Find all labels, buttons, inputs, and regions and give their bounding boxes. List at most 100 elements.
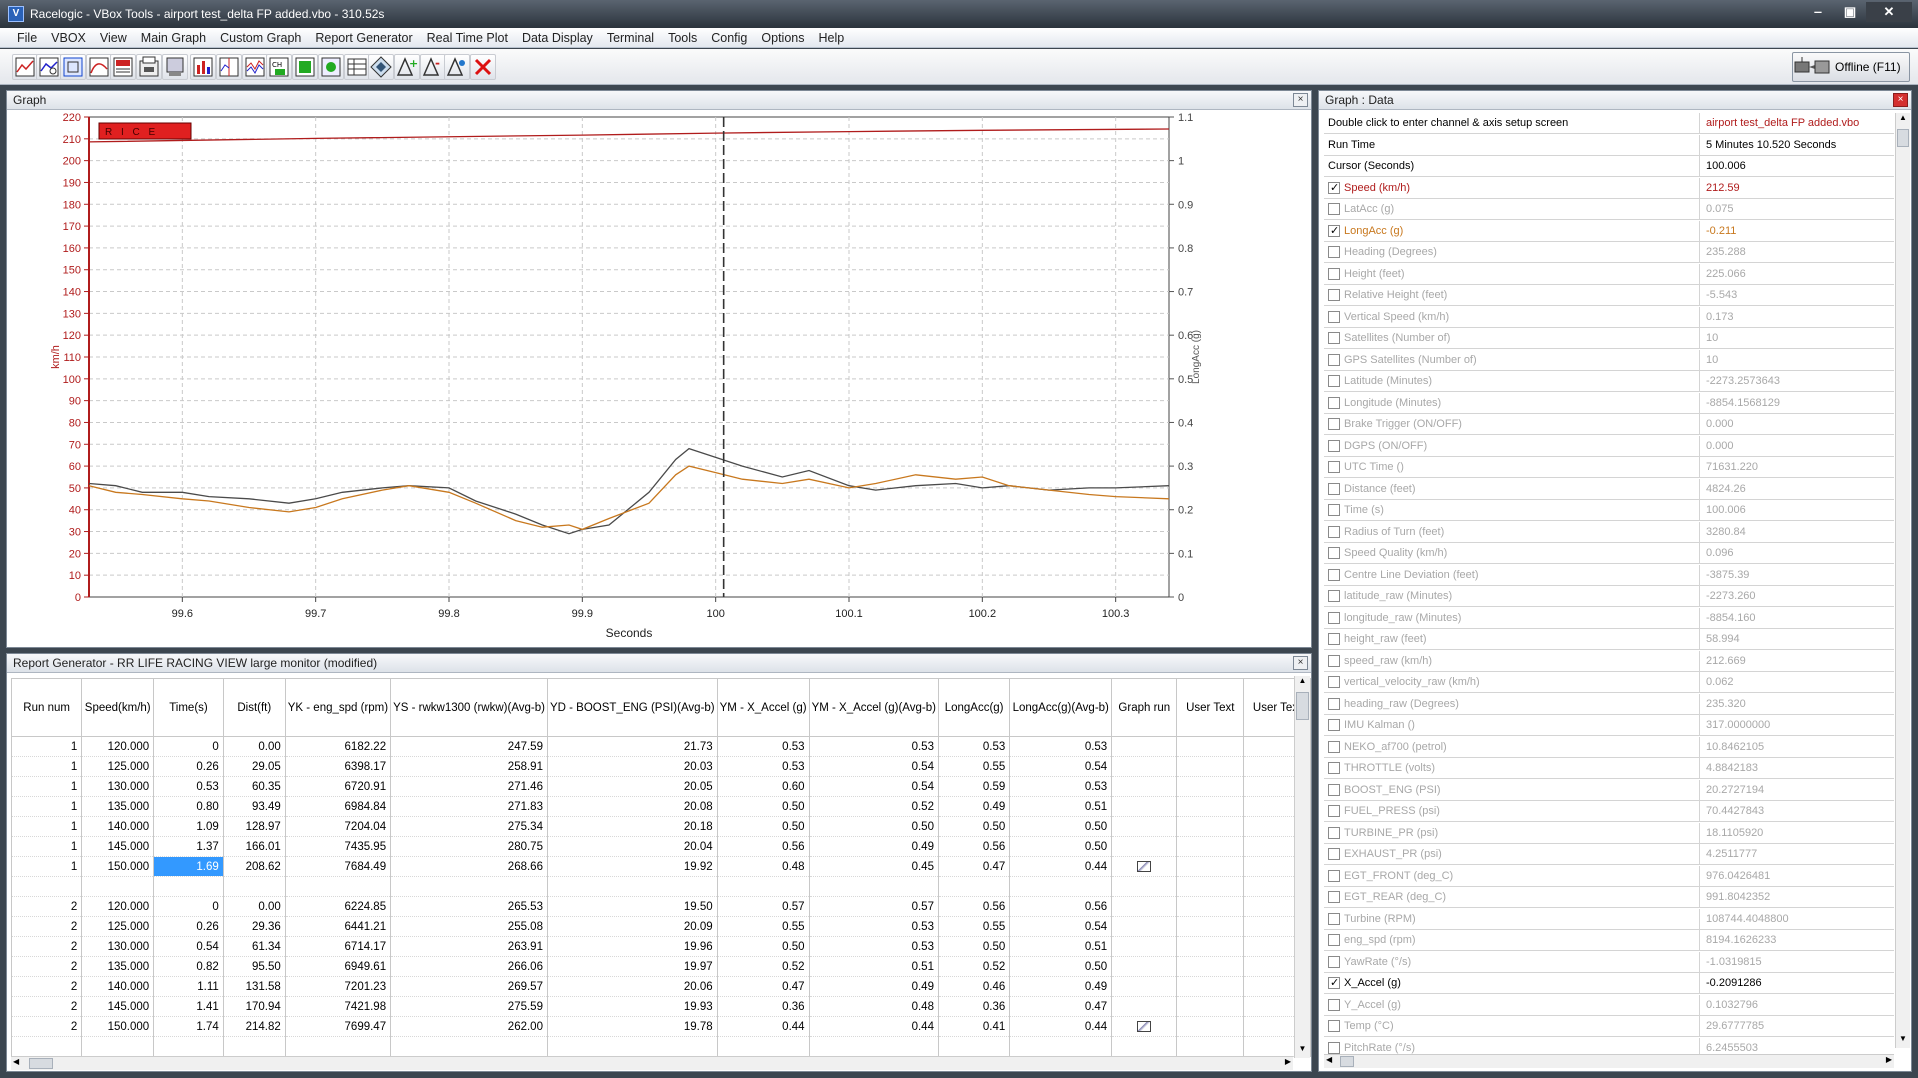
column-header[interactable]: LongAcc(g) [937,678,1011,737]
channel-row[interactable]: height_raw (feet) 58.994 [1324,629,1894,650]
channel-row[interactable]: Double click to enter channel & axis set… [1324,113,1894,134]
table-row[interactable]: 1 130.000 0.53 60.35 6720.91 271.46 20.05 0.60 0… [10,776,1311,797]
table-cell[interactable]: 120.000 [81,736,155,757]
table-cell[interactable]: 0.55 [937,756,1011,777]
minimize-button[interactable]: ‒ [1802,2,1834,22]
channel-row[interactable]: THROTTLE (volts) 4.8842183 [1324,758,1894,779]
scroll-right-icon[interactable]: ▶ [1886,1055,1892,1064]
channel-checkbox[interactable] [1328,203,1340,215]
channel-checkbox[interactable] [1328,525,1340,538]
channel-button[interactable] [292,54,318,80]
data-panel-close-button[interactable]: × [1893,93,1908,107]
channel-checkbox[interactable] [1328,590,1340,602]
channel-row[interactable]: Centre Line Deviation (feet) -3875.39 [1324,564,1894,586]
table-row[interactable]: 1 150.000 1.69 208.62 7684.49 268.66 19.92 0.48… [10,856,1311,877]
table-cell[interactable] [1176,796,1245,817]
table-cell[interactable]: 0.51 [1009,936,1113,957]
table-cell[interactable] [1176,996,1245,1017]
channel-checkbox[interactable] [1328,396,1340,409]
table-cell[interactable]: 1 [10,796,83,817]
table-cell[interactable] [10,1036,83,1057]
table-cell[interactable]: 0.48 [716,856,810,877]
graph-compare-button[interactable] [242,54,268,80]
edit-marker-button[interactable] [444,54,470,80]
channel-row[interactable]: Speed (km/h) 212.59 [1324,177,1894,199]
table-cell[interactable] [1176,916,1245,937]
table-cell[interactable]: 271.83 [390,796,548,817]
table-cell[interactable]: 2 [10,956,83,977]
table-button[interactable] [344,54,370,80]
table-cell[interactable]: 135.000 [81,956,155,977]
table-cell[interactable]: 130.000 [81,776,155,797]
table-cell[interactable]: 2 [10,996,83,1017]
table-cell[interactable]: 19.78 [546,1016,718,1037]
menu-tools[interactable]: Tools [661,28,704,48]
graph-run-icon[interactable] [1137,860,1152,872]
channel-checkbox[interactable] [1328,955,1340,968]
table-cell[interactable]: 0.53 [716,756,810,777]
table-row[interactable]: 1 135.000 0.80 93.49 6984.84 271.83 20.08 0.50 0… [10,796,1311,817]
table-cell[interactable] [716,876,810,897]
table-cell[interactable]: 61.34 [222,936,286,957]
table-cell[interactable]: 0.53 [808,736,939,757]
table-cell[interactable] [1111,996,1178,1017]
table-cell[interactable]: 93.49 [222,796,286,817]
table-cell[interactable]: 1 [10,736,83,757]
table-cell[interactable] [153,876,224,897]
table-cell[interactable]: 1.41 [153,996,224,1017]
data-vscroll-thumb[interactable] [1897,129,1909,147]
report-button[interactable] [110,54,136,80]
channel-checkbox[interactable] [1328,418,1340,430]
table-cell[interactable]: 145.000 [81,996,155,1017]
menu-options[interactable]: Options [754,28,811,48]
table-cell[interactable]: 269.57 [390,976,548,997]
channel-checkbox[interactable] [1328,461,1340,473]
column-header[interactable]: YM - X_Accel (g) [716,678,810,737]
channel-row[interactable]: heading_raw (Degrees) 235.320 [1324,693,1894,715]
table-cell[interactable] [222,1036,286,1057]
table-row[interactable]: 2 130.000 0.54 61.34 6714.17 263.91 19.96 0.50 0… [10,936,1311,957]
table-cell[interactable]: 0 [153,736,224,757]
table-cell[interactable]: 1.37 [153,836,224,857]
table-cell[interactable]: 131.58 [222,976,286,997]
table-cell[interactable]: 0.53 [153,776,224,797]
table-cell[interactable]: 0.49 [808,976,939,997]
channel-checkbox[interactable] [1328,568,1340,581]
table-cell[interactable]: 0.80 [153,796,224,817]
table-row[interactable]: 1 140.000 1.09 128.97 7204.04 275.34 20.18 0.50… [10,816,1311,837]
channel-checkbox[interactable] [1328,289,1340,301]
table-cell[interactable]: 0.53 [716,736,810,757]
table-cell[interactable]: 128.97 [222,816,286,837]
table-cell[interactable]: 170.94 [222,996,286,1017]
channel-row[interactable]: Y_Accel (g) 0.1032796 [1324,994,1894,1016]
table-row[interactable]: 2 135.000 0.82 95.50 6949.61 266.06 19.97 0.52 0… [10,956,1311,977]
table-cell[interactable]: 1.11 [153,976,224,997]
table-cell[interactable]: 0.50 [716,936,810,957]
menu-custom-graph[interactable]: Custom Graph [213,28,308,48]
column-header[interactable]: YK - eng_spd (rpm) [284,678,392,737]
table-cell[interactable]: 280.75 [390,836,548,857]
channel-row[interactable]: vertical_velocity_raw (km/h) 0.062 [1324,672,1894,693]
channel-row[interactable]: Run Time 5 Minutes 10.520 Seconds [1324,134,1894,156]
table-cell[interactable]: 20.08 [546,796,718,817]
table-cell[interactable] [1111,936,1178,957]
menu-main-graph[interactable]: Main Graph [134,28,213,48]
channel-row[interactable]: LatAcc (g) 0.075 [1324,199,1894,220]
column-header[interactable]: Graph run [1111,678,1178,737]
table-cell[interactable]: 0.51 [1009,796,1113,817]
report-horizontal-scrollbar[interactable]: ◀ ▶ [11,1056,1293,1070]
table-cell[interactable]: 0.44 [808,1016,939,1037]
table-cell[interactable]: 0.53 [808,936,939,957]
menu-view[interactable]: View [93,28,134,48]
table-cell[interactable]: 7201.23 [284,976,392,997]
table-cell[interactable]: 0.46 [937,976,1011,997]
channel-checkbox[interactable] [1328,973,1340,994]
table-cell[interactable]: 6949.61 [284,956,392,977]
table-cell[interactable]: 0.44 [1009,856,1113,877]
channel-checkbox[interactable] [1328,654,1340,667]
table-cell[interactable] [1176,756,1245,777]
delete-button[interactable] [470,54,496,80]
table-cell[interactable]: 6714.17 [284,936,392,957]
data-horizontal-scrollbar[interactable]: ◀ ▶ [1324,1054,1894,1068]
table-cell[interactable]: 7204.04 [284,816,392,837]
